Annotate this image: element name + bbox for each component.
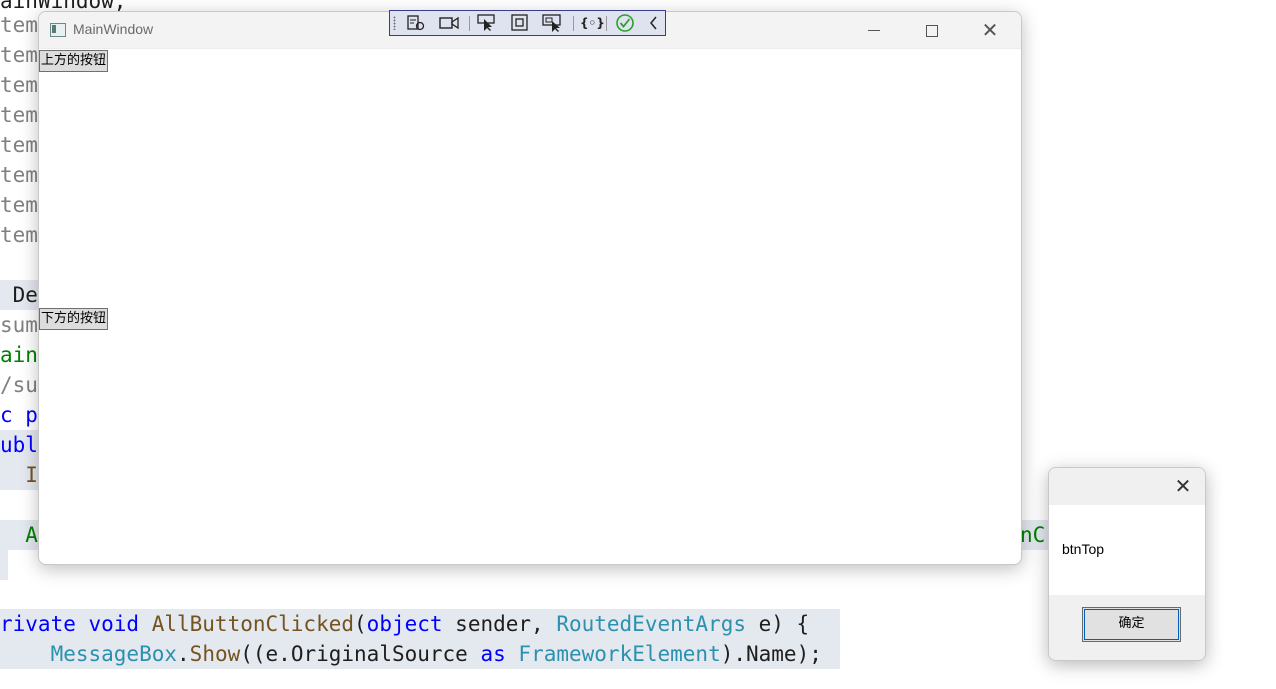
close-button[interactable]: ✕ [961, 12, 1019, 48]
display-layout-adorners-icon[interactable] [510, 14, 530, 32]
toolbar-grip-icon[interactable] [393, 16, 396, 30]
binding-failures-icon[interactable]: {◦} [580, 14, 605, 32]
dialog-close-button[interactable]: ✕ [1169, 472, 1197, 500]
ok-button[interactable]: 确定 [1082, 607, 1181, 642]
minimize-icon [868, 30, 880, 31]
window-title: MainWindow [73, 21, 154, 37]
method-signature-line: rivate void AllButtonClicked(object send… [0, 609, 840, 639]
code-line: nC [1020, 520, 1046, 550]
minimize-button[interactable] [845, 12, 903, 48]
bottom-button[interactable]: 下方的按钮 [39, 308, 109, 330]
pointer-select-icon[interactable] [477, 14, 497, 32]
top-button[interactable]: 上方的按钮 [39, 50, 109, 72]
check-icon[interactable] [615, 14, 635, 32]
select-element-icon[interactable] [406, 14, 426, 32]
close-icon: ✕ [1174, 474, 1192, 498]
collapse-chevron-icon[interactable] [644, 14, 664, 32]
code-line: I [0, 460, 40, 490]
code-line [0, 550, 8, 580]
maximize-icon [926, 24, 938, 37]
close-icon: ✕ [981, 18, 999, 42]
maximize-button[interactable] [903, 12, 961, 48]
track-focus-icon[interactable] [542, 14, 562, 32]
toolbar-separator [606, 16, 607, 31]
code-line: Der [0, 280, 51, 310]
toolbar-separator [469, 16, 470, 31]
messagebox-call-line: MessageBox.Show((e.OriginalSource as Fra… [0, 639, 840, 669]
main-window[interactable]: MainWindow ✕ 上方的按钮 下方的按钮 [38, 11, 1022, 565]
dialog-title-bar[interactable]: ✕ [1049, 468, 1205, 505]
code-line: ubli [0, 430, 51, 460]
toolbar-separator [573, 16, 574, 31]
message-box-dialog[interactable]: ✕ btnTop 确定 [1048, 467, 1206, 661]
video-camera-icon[interactable] [439, 14, 459, 32]
message-text: btnTop [1062, 541, 1105, 557]
app-window-icon [50, 23, 66, 37]
xaml-debug-toolbar[interactable]: {◦} [389, 10, 666, 36]
